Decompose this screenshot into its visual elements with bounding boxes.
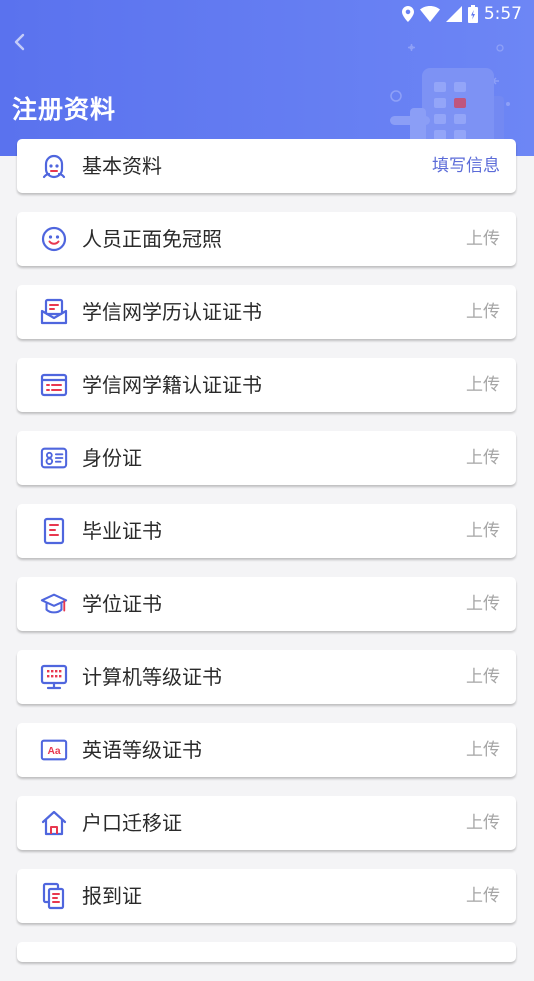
status-bar: 5:57 [401, 0, 522, 28]
list-item-basic-info[interactable]: 基本资料 填写信息 [17, 139, 516, 193]
list-item-label: 英语等级证书 [82, 738, 202, 762]
upload-link[interactable]: 上传 [466, 431, 500, 485]
list-item-report-cert[interactable]: 报到证 上传 [17, 869, 516, 923]
header: 5:57 注册资料 [0, 0, 534, 156]
upload-link[interactable]: 上传 [466, 723, 500, 777]
signal-icon [445, 6, 462, 22]
page-title: 注册资料 [12, 95, 117, 124]
battery-icon [467, 5, 478, 23]
location-icon [401, 6, 414, 22]
document-list: 基本资料 填写信息 人员正面免冠照 上传 学信网学历认证证书 上传 学信网学籍认… [17, 139, 516, 981]
clock-time: 5:57 [483, 4, 522, 24]
list-item-label: 身份证 [82, 446, 142, 470]
list-item-label: 学信网学籍认证证书 [82, 373, 262, 397]
list-item-label: 计算机等级证书 [82, 665, 222, 689]
chevron-left-icon [14, 33, 25, 51]
list-item-label: 基本资料 [82, 154, 162, 178]
smiley-face-icon [40, 225, 68, 253]
list-item-id-card[interactable]: 身份证 上传 [17, 431, 516, 485]
upload-link[interactable]: 上传 [466, 869, 500, 923]
id-card-icon [40, 444, 68, 472]
wifi-icon [419, 6, 440, 22]
upload-link[interactable]: 上传 [466, 796, 500, 850]
upload-link[interactable]: 上传 [466, 285, 500, 339]
list-item-diploma[interactable]: 毕业证书 上传 [17, 504, 516, 558]
list-item-label: 报到证 [82, 884, 142, 908]
list-item-label: 户口迁移证 [82, 811, 182, 835]
copy-document-icon [40, 882, 68, 910]
house-icon [40, 809, 68, 837]
aa-text-icon: Aa [40, 736, 68, 764]
document-list-icon [40, 371, 68, 399]
list-item-english-cert[interactable]: Aa 英语等级证书 上传 [17, 723, 516, 777]
fill-info-link[interactable]: 填写信息 [432, 139, 500, 193]
list-item-enrollment-cert[interactable]: 学信网学籍认证证书 上传 [17, 358, 516, 412]
graduation-cap-icon [40, 590, 68, 618]
list-item-degree[interactable]: 学位证书 上传 [17, 577, 516, 631]
robot-face-icon [40, 152, 68, 180]
back-button[interactable] [8, 30, 30, 54]
upload-link[interactable]: 上传 [466, 650, 500, 704]
upload-link[interactable]: 上传 [466, 577, 500, 631]
list-item-label: 毕业证书 [82, 519, 162, 543]
upload-link[interactable]: 上传 [466, 212, 500, 266]
list-item-computer-cert[interactable]: 计算机等级证书 上传 [17, 650, 516, 704]
list-item-label: 人员正面免冠照 [82, 227, 222, 251]
list-item-partial[interactable] [17, 942, 516, 962]
computer-monitor-icon [40, 663, 68, 691]
list-item-label: 学信网学历认证证书 [82, 300, 262, 324]
list-item-education-cert[interactable]: 学信网学历认证证书 上传 [17, 285, 516, 339]
list-item-photo[interactable]: 人员正面免冠照 上传 [17, 212, 516, 266]
list-item-label: 学位证书 [82, 592, 162, 616]
certificate-icon [40, 517, 68, 545]
svg-text:Aa: Aa [47, 746, 60, 757]
list-item-hukou[interactable]: 户口迁移证 上传 [17, 796, 516, 850]
upload-link[interactable]: 上传 [466, 504, 500, 558]
upload-link[interactable]: 上传 [466, 358, 500, 412]
envelope-certificate-icon [40, 298, 68, 326]
